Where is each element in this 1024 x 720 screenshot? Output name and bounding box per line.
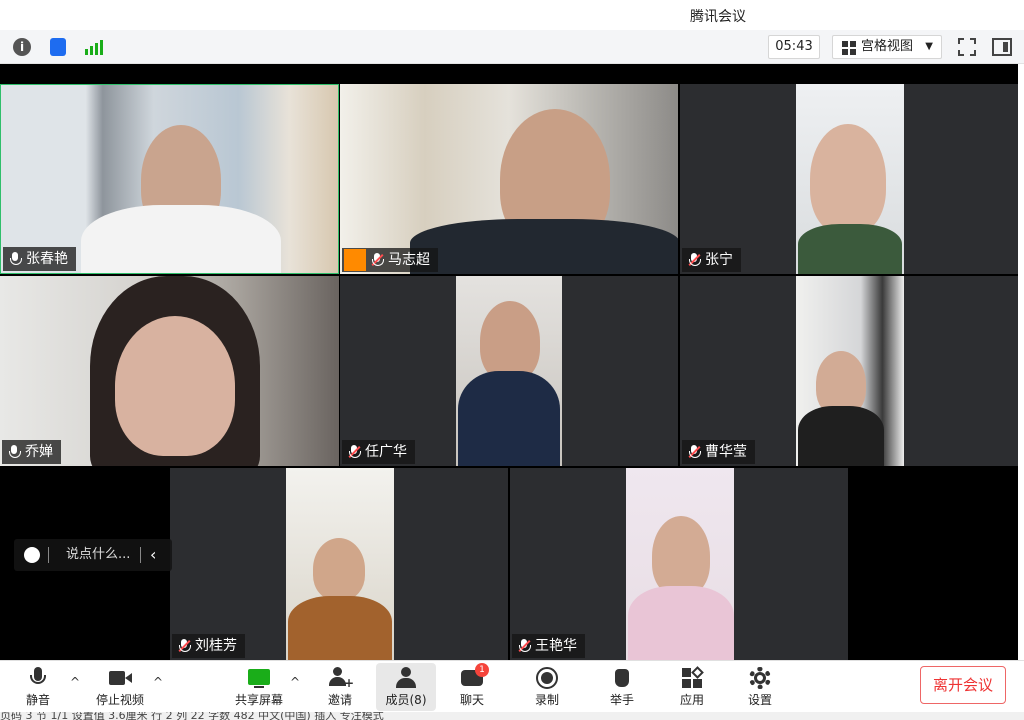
video-tile[interactable]: 任广华: [340, 276, 678, 466]
bottom-toolbar: 静音 ^ 停止视频 ^ 共享屏幕 ^ + 邀请 成员(8) 1 聊天 录制 举手…: [0, 660, 1024, 712]
record-button[interactable]: 录制: [527, 661, 567, 713]
participant-name: 张春艳: [26, 251, 68, 267]
video-tile[interactable]: 张宁: [680, 84, 1018, 274]
microphone-muted-icon: [688, 445, 701, 459]
participant-figure: [810, 124, 886, 234]
participant-figure: [458, 371, 560, 466]
mute-button[interactable]: 静音: [18, 661, 58, 713]
document-status-bar: 页码 3 节 1/1 设置值 3.6厘米 行 2 列 22 字数 482 中文(…: [0, 712, 1024, 720]
chat-button[interactable]: 1 聊天: [452, 661, 492, 713]
microphone-muted-icon: [371, 253, 384, 267]
emoji-icon[interactable]: [24, 547, 40, 563]
audio-options-chevron-icon[interactable]: ^: [70, 675, 80, 689]
hand-icon: [611, 667, 633, 689]
microphone-icon: [8, 445, 21, 459]
video-tile[interactable]: 王艳华: [510, 468, 848, 660]
security-shield-icon[interactable]: [50, 38, 66, 56]
chat-icon: 1: [461, 663, 489, 689]
participant-name: 王艳华: [535, 638, 577, 654]
invite-button[interactable]: + 邀请: [320, 661, 360, 713]
quick-chat-box[interactable]: 说点什么... ‹: [14, 539, 172, 571]
microphone-icon: [9, 252, 22, 266]
members-icon: [395, 667, 417, 689]
participant-figure: [81, 205, 281, 273]
apps-icon: [681, 666, 704, 689]
participant-nameplate: 刘桂芳: [172, 634, 245, 658]
title-bar: 腾讯会议: [0, 0, 1024, 30]
participant-name: 曹华莹: [705, 444, 747, 460]
participant-name: 乔婵: [25, 444, 53, 460]
participant-nameplate: 马志超: [342, 248, 438, 272]
video-options-chevron-icon[interactable]: ^: [153, 675, 163, 689]
participant-nameplate: 张宁: [682, 248, 741, 272]
apps-button[interactable]: 应用: [672, 661, 712, 713]
video-tile[interactable]: 乔婵: [0, 276, 339, 466]
chat-input-placeholder[interactable]: 说点什么...: [66, 539, 130, 571]
collapse-chevron-icon[interactable]: ‹: [150, 539, 156, 571]
leave-meeting-button[interactable]: 离开会议: [920, 666, 1006, 704]
network-signal-icon[interactable]: [85, 39, 103, 55]
participant-name: 刘桂芳: [195, 638, 237, 654]
video-camera-icon: [109, 667, 132, 689]
microphone-muted-icon: [518, 639, 531, 653]
participant-name: 张宁: [705, 252, 733, 268]
share-options-chevron-icon[interactable]: ^: [290, 675, 300, 689]
view-mode-select[interactable]: 宫格视图 ▼: [832, 35, 942, 59]
share-screen-icon: [248, 667, 270, 689]
add-user-icon: +: [329, 667, 354, 689]
participant-name: 任广华: [365, 444, 407, 460]
grid-icon: [842, 41, 856, 55]
microphone-muted-icon: [178, 639, 191, 653]
chevron-down-icon: ▼: [925, 41, 933, 52]
participant-figure: [410, 219, 678, 274]
participant-figure: [313, 538, 365, 600]
participant-figure: [628, 586, 734, 660]
participant-figure: [115, 316, 235, 456]
host-icon: [344, 249, 366, 271]
record-icon: [536, 667, 558, 689]
gear-icon: [749, 667, 771, 689]
video-tile[interactable]: 马志超: [340, 84, 678, 274]
meeting-timer: 05:43: [768, 35, 820, 59]
window-title: 腾讯会议: [690, 9, 746, 25]
view-mode-label: 宫格视图: [861, 39, 914, 54]
settings-button[interactable]: 设置: [740, 661, 780, 713]
participant-figure: [798, 406, 884, 466]
sidebar-toggle-icon[interactable]: [992, 38, 1012, 56]
info-icon[interactable]: i: [13, 38, 31, 56]
chat-badge: 1: [475, 663, 489, 677]
video-tile[interactable]: 刘桂芳: [170, 468, 508, 660]
members-button[interactable]: 成员(8): [376, 663, 436, 711]
participant-nameplate: 张春艳: [3, 247, 76, 271]
microphone-muted-icon: [348, 445, 361, 459]
participant-nameplate: 曹华莹: [682, 440, 755, 464]
fullscreen-icon[interactable]: [958, 38, 976, 56]
microphone-muted-icon: [688, 253, 701, 267]
stop-video-button[interactable]: 停止视频: [92, 661, 148, 713]
participant-figure: [288, 596, 392, 660]
video-tile[interactable]: 张春艳: [0, 84, 339, 274]
participant-figure: [652, 516, 710, 596]
participant-figure: [480, 301, 540, 381]
raise-hand-button[interactable]: 举手: [602, 661, 642, 713]
share-screen-button[interactable]: 共享屏幕: [232, 661, 286, 713]
participant-nameplate: 任广华: [342, 440, 415, 464]
participant-name: 马志超: [388, 252, 430, 268]
video-tile[interactable]: 曹华莹: [680, 276, 1018, 466]
microphone-icon: [27, 667, 49, 689]
participant-nameplate: 乔婵: [2, 440, 61, 464]
participant-nameplate: 王艳华: [512, 634, 585, 658]
participant-figure: [798, 224, 902, 274]
